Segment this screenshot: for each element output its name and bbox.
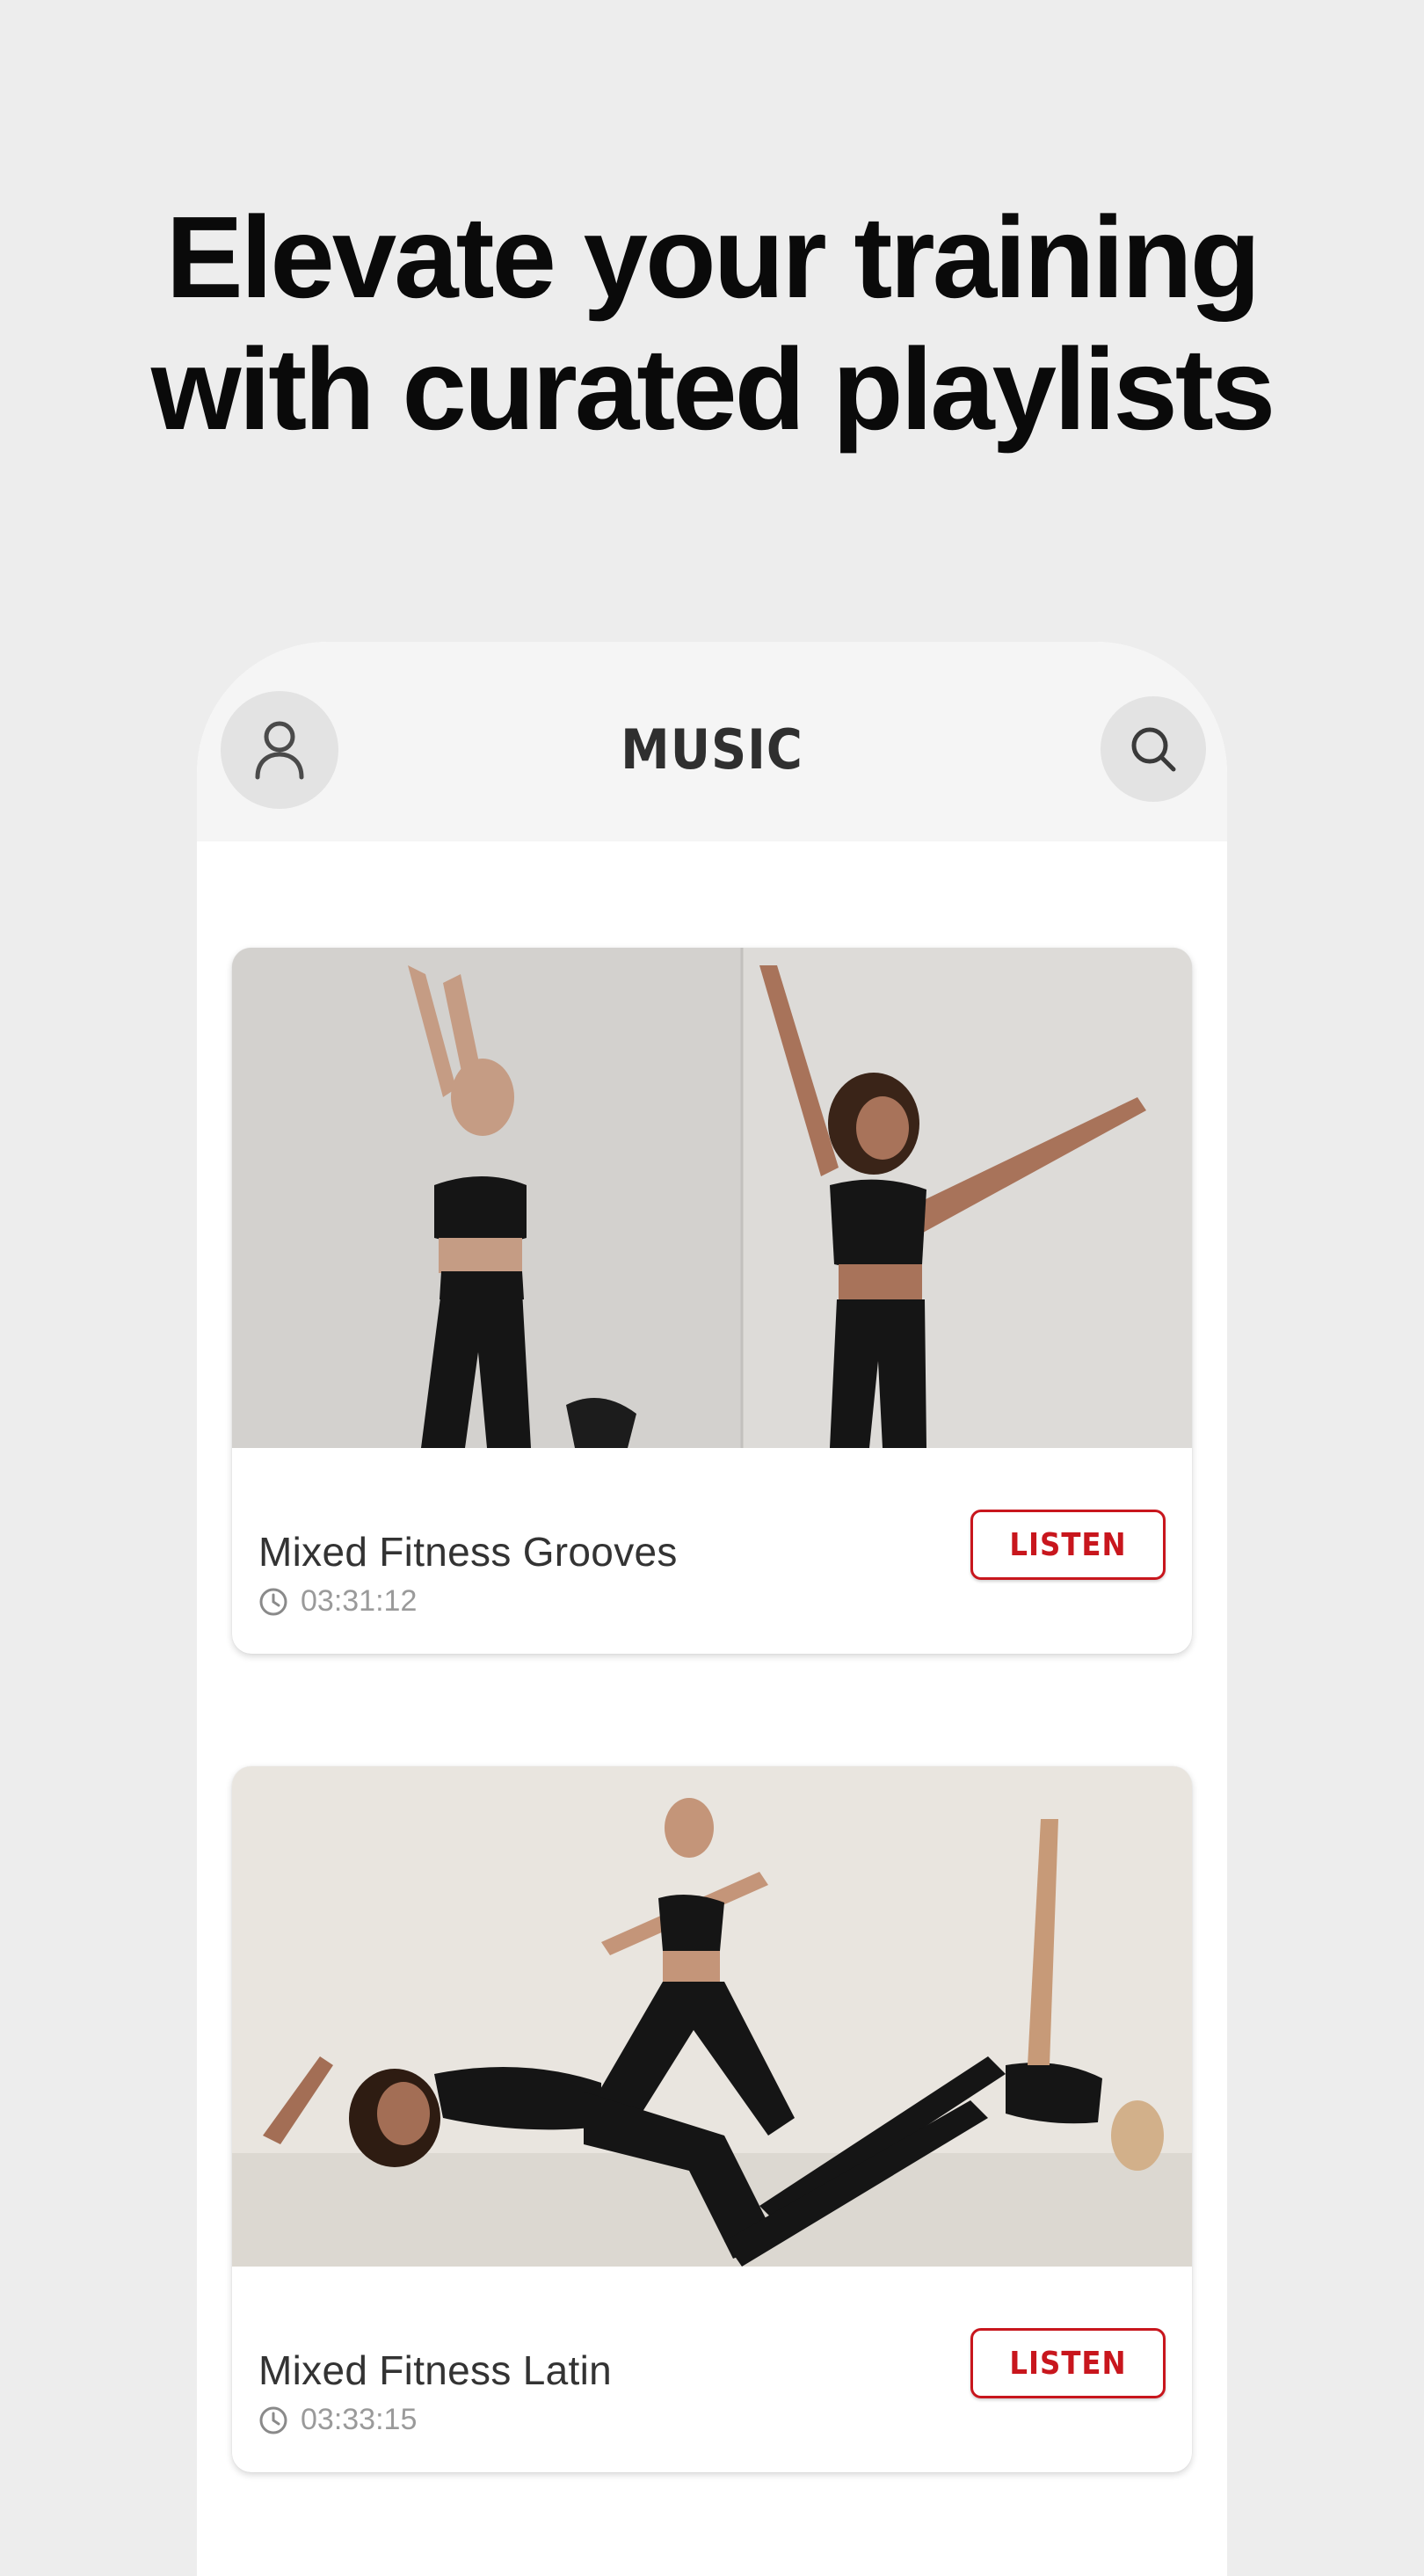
app-title: MUSIC bbox=[621, 717, 803, 782]
phone-mockup: MUSIC Mixed Fitness Grooves 03:31:12 LIS… bbox=[197, 642, 1227, 2576]
listen-button[interactable]: LISTEN bbox=[970, 2328, 1166, 2398]
playlist-title: Mixed Fitness Grooves bbox=[258, 1529, 678, 1575]
playlist-cover-image bbox=[232, 948, 1192, 1448]
search-icon bbox=[1131, 727, 1176, 772]
playlist-cover-image bbox=[232, 1766, 1192, 2267]
duration-text: 03:33:15 bbox=[301, 2403, 418, 2436]
app-header: MUSIC bbox=[197, 642, 1227, 841]
playlist-duration: 03:33:15 bbox=[258, 2403, 417, 2437]
playlist-card[interactable]: Mixed Fitness Latin 03:33:15 LISTEN bbox=[232, 1766, 1192, 2472]
playlist-duration: 03:31:12 bbox=[258, 1584, 417, 1619]
search-button[interactable] bbox=[1101, 696, 1206, 802]
listen-button[interactable]: LISTEN bbox=[970, 1510, 1166, 1580]
playlist-card[interactable]: Mixed Fitness Grooves 03:31:12 LISTEN bbox=[232, 948, 1192, 1654]
playlist-title: Mixed Fitness Latin bbox=[258, 2347, 612, 2393]
headline: Elevate your training with curated playl… bbox=[0, 192, 1424, 455]
duration-text: 03:31:12 bbox=[301, 1584, 418, 1618]
clock-icon bbox=[258, 1587, 288, 1617]
headline-line-2: with curated playlists bbox=[150, 324, 1275, 454]
headline-line-1: Elevate your training bbox=[165, 193, 1261, 322]
clock-icon bbox=[258, 2405, 288, 2435]
